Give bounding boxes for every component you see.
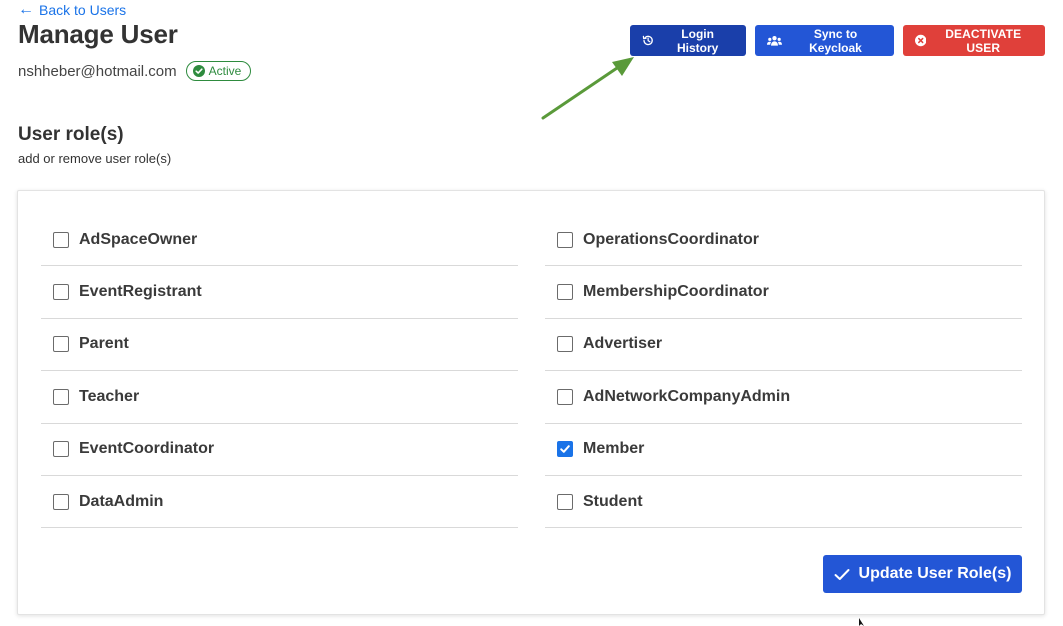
back-link-label: Back to Users xyxy=(39,2,127,18)
role-label: AdNetworkCompanyAdmin xyxy=(583,387,791,405)
page-title: Manage User xyxy=(18,19,178,49)
users-icon xyxy=(767,35,782,46)
role-item[interactable]: AdNetworkCompanyAdmin xyxy=(545,371,1022,424)
role-label: DataAdmin xyxy=(79,492,164,510)
role-label: OperationsCoordinator xyxy=(583,230,760,248)
sync-label: Sync to Keycloak xyxy=(809,26,862,55)
login-history-label: Login History xyxy=(676,26,719,55)
role-checkbox[interactable] xyxy=(557,441,573,458)
role-label: Student xyxy=(583,492,643,510)
checkmark-icon xyxy=(834,568,850,580)
role-label: MembershipCoordinator xyxy=(583,283,769,301)
role-label: EventCoordinator xyxy=(79,440,215,458)
role-checkbox[interactable] xyxy=(53,336,69,353)
manage-user-page: ← Back to Users Manage User nshheber@hot… xyxy=(0,0,1063,626)
role-item[interactable]: Student xyxy=(545,476,1022,529)
role-label: AdSpaceOwner xyxy=(79,230,198,248)
role-checkbox[interactable] xyxy=(53,284,69,301)
role-label: EventRegistrant xyxy=(79,283,202,301)
roles-section-subtitle: add or remove user role(s) xyxy=(18,151,172,166)
roles-list-right: OperationsCoordinator MembershipCoordina… xyxy=(545,214,1022,529)
role-label: Advertiser xyxy=(583,335,663,353)
arrow-left-icon: ← xyxy=(18,1,34,18)
user-info: nshheber@hotmail.com Active xyxy=(18,61,252,81)
role-checkbox[interactable] xyxy=(557,493,573,510)
role-label: Parent xyxy=(79,335,129,353)
annotation-arrow-icon xyxy=(541,57,634,120)
role-checkbox[interactable] xyxy=(557,336,573,353)
sync-to-keycloak-button[interactable]: Sync to Keycloak xyxy=(755,25,894,56)
roles-list-left: AdSpaceOwner EventRegistrant Parent Teac… xyxy=(41,214,518,529)
login-history-button[interactable]: Login History xyxy=(630,25,746,56)
role-item[interactable]: Member xyxy=(545,424,1022,476)
mouse-cursor-icon xyxy=(859,618,864,626)
deactivate-label: DEACTIVATE USER xyxy=(945,26,1022,55)
roles-section-title: User role(s) xyxy=(18,124,124,145)
role-checkbox[interactable] xyxy=(53,388,69,405)
role-checkbox[interactable] xyxy=(557,231,573,248)
history-icon xyxy=(642,35,653,46)
checkmark-icon xyxy=(560,445,570,454)
role-label: Member xyxy=(583,440,645,458)
close-circle-icon xyxy=(915,34,927,47)
role-item[interactable]: EventCoordinator xyxy=(41,424,518,476)
role-item[interactable]: AdSpaceOwner xyxy=(41,214,518,267)
role-item[interactable]: Teacher xyxy=(41,371,518,424)
role-item[interactable]: Advertiser xyxy=(545,319,1022,372)
check-circle-icon xyxy=(192,65,205,77)
status-label: Active xyxy=(208,64,242,78)
role-item[interactable]: Parent xyxy=(41,319,518,372)
role-item[interactable]: EventRegistrant xyxy=(41,266,518,319)
user-email: nshheber@hotmail.com xyxy=(18,62,177,80)
role-item[interactable]: OperationsCoordinator xyxy=(545,214,1022,267)
role-item[interactable]: MembershipCoordinator xyxy=(545,266,1022,319)
role-checkbox[interactable] xyxy=(53,231,69,248)
role-checkbox[interactable] xyxy=(557,284,573,301)
role-checkbox[interactable] xyxy=(557,388,573,405)
update-roles-label: Update User Role(s) xyxy=(858,565,1012,582)
deactivate-user-button[interactable]: DEACTIVATE USER xyxy=(903,25,1045,56)
header-actions: Login History Sync to Keycloak DEACTIVAT… xyxy=(630,25,1045,56)
status-badge: Active xyxy=(185,61,252,81)
back-to-users-link[interactable]: ← Back to Users xyxy=(18,1,127,19)
role-checkbox[interactable] xyxy=(53,493,69,510)
role-checkbox[interactable] xyxy=(53,441,69,458)
role-label: Teacher xyxy=(79,387,140,405)
role-item[interactable]: DataAdmin xyxy=(41,476,518,529)
update-user-roles-button[interactable]: Update User Role(s) xyxy=(823,555,1022,593)
